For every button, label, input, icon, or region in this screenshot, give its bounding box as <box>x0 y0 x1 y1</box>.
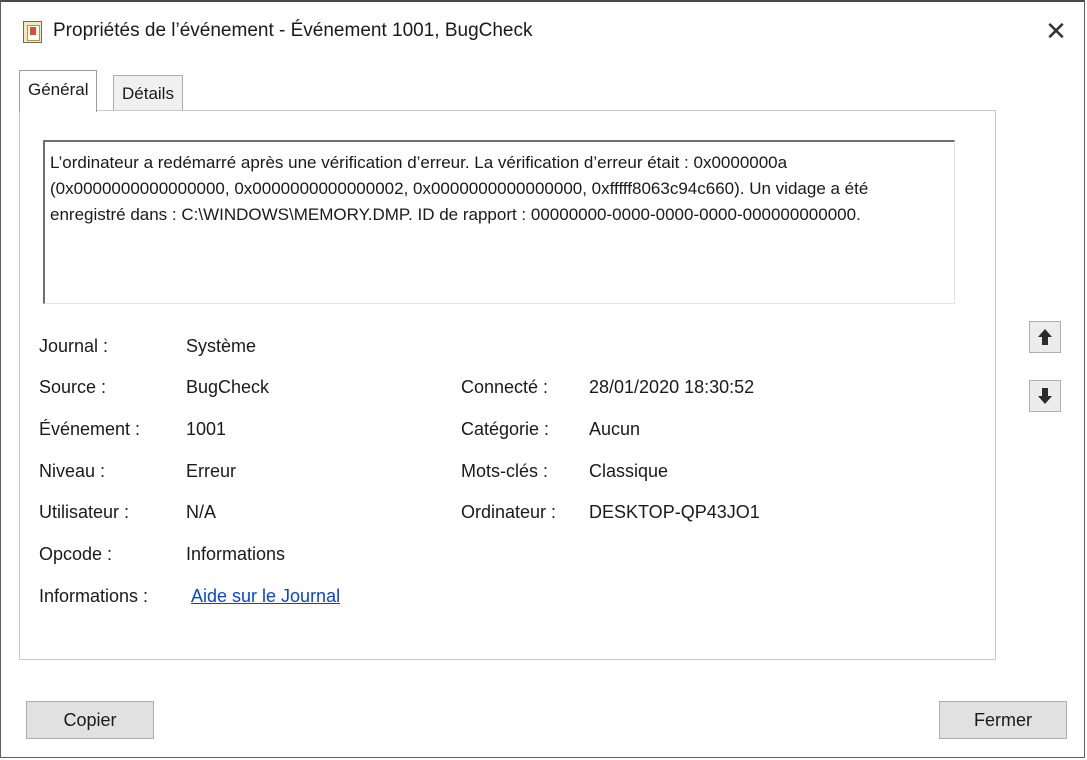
level-label: Niveau : <box>39 461 106 481</box>
level-value: Erreur <box>186 461 237 481</box>
opcode-value: Informations <box>186 544 286 564</box>
computer-label: Ordinateur : <box>461 502 557 522</box>
tab-general[interactable]: Général <box>19 70 98 112</box>
computer-value: DESKTOP-QP43JO1 <box>589 502 760 522</box>
copy-button[interactable]: Copier <box>26 701 154 739</box>
source-value: BugCheck <box>186 377 270 397</box>
journal-label: Journal : <box>39 336 109 356</box>
opcode-label: Opcode : <box>39 544 113 564</box>
event-id-value: 1001 <box>186 419 227 439</box>
category-label: Catégorie : <box>461 419 550 439</box>
journal-value: Système <box>186 336 257 356</box>
close-button[interactable]: Fermer <box>939 701 1067 739</box>
event-viewer-icon <box>23 21 42 43</box>
user-label: Utilisateur : <box>39 502 130 522</box>
title-bar: Propriétés de l’événement - Événement 10… <box>1 2 1084 60</box>
tab-details[interactable]: Détails <box>113 75 183 110</box>
source-label: Source : <box>39 377 107 397</box>
close-icon[interactable]: ✕ <box>1038 14 1074 48</box>
event-id-label: Événement : <box>39 419 141 439</box>
logged-value: 28/01/2020 18:30:52 <box>589 377 755 397</box>
event-log-help-link[interactable]: Aide sur le Journal <box>191 586 340 607</box>
next-event-button[interactable] <box>1029 380 1061 412</box>
arrow-down-icon <box>1038 388 1052 404</box>
user-value: N/A <box>186 502 217 522</box>
window-title: Propriétés de l’événement - Événement 10… <box>53 20 533 41</box>
arrow-up-icon <box>1038 329 1052 345</box>
logged-label: Connecté : <box>461 377 549 397</box>
event-description-textbox[interactable]: L’ordinateur a redémarré après une vérif… <box>43 140 955 304</box>
event-properties-window: Propriétés de l’événement - Événement 10… <box>0 0 1085 758</box>
more-info-label: Informations : <box>39 586 149 606</box>
keywords-label: Mots-clés : <box>461 461 549 481</box>
keywords-value: Classique <box>589 461 669 481</box>
previous-event-button[interactable] <box>1029 321 1061 353</box>
category-value: Aucun <box>589 419 641 439</box>
